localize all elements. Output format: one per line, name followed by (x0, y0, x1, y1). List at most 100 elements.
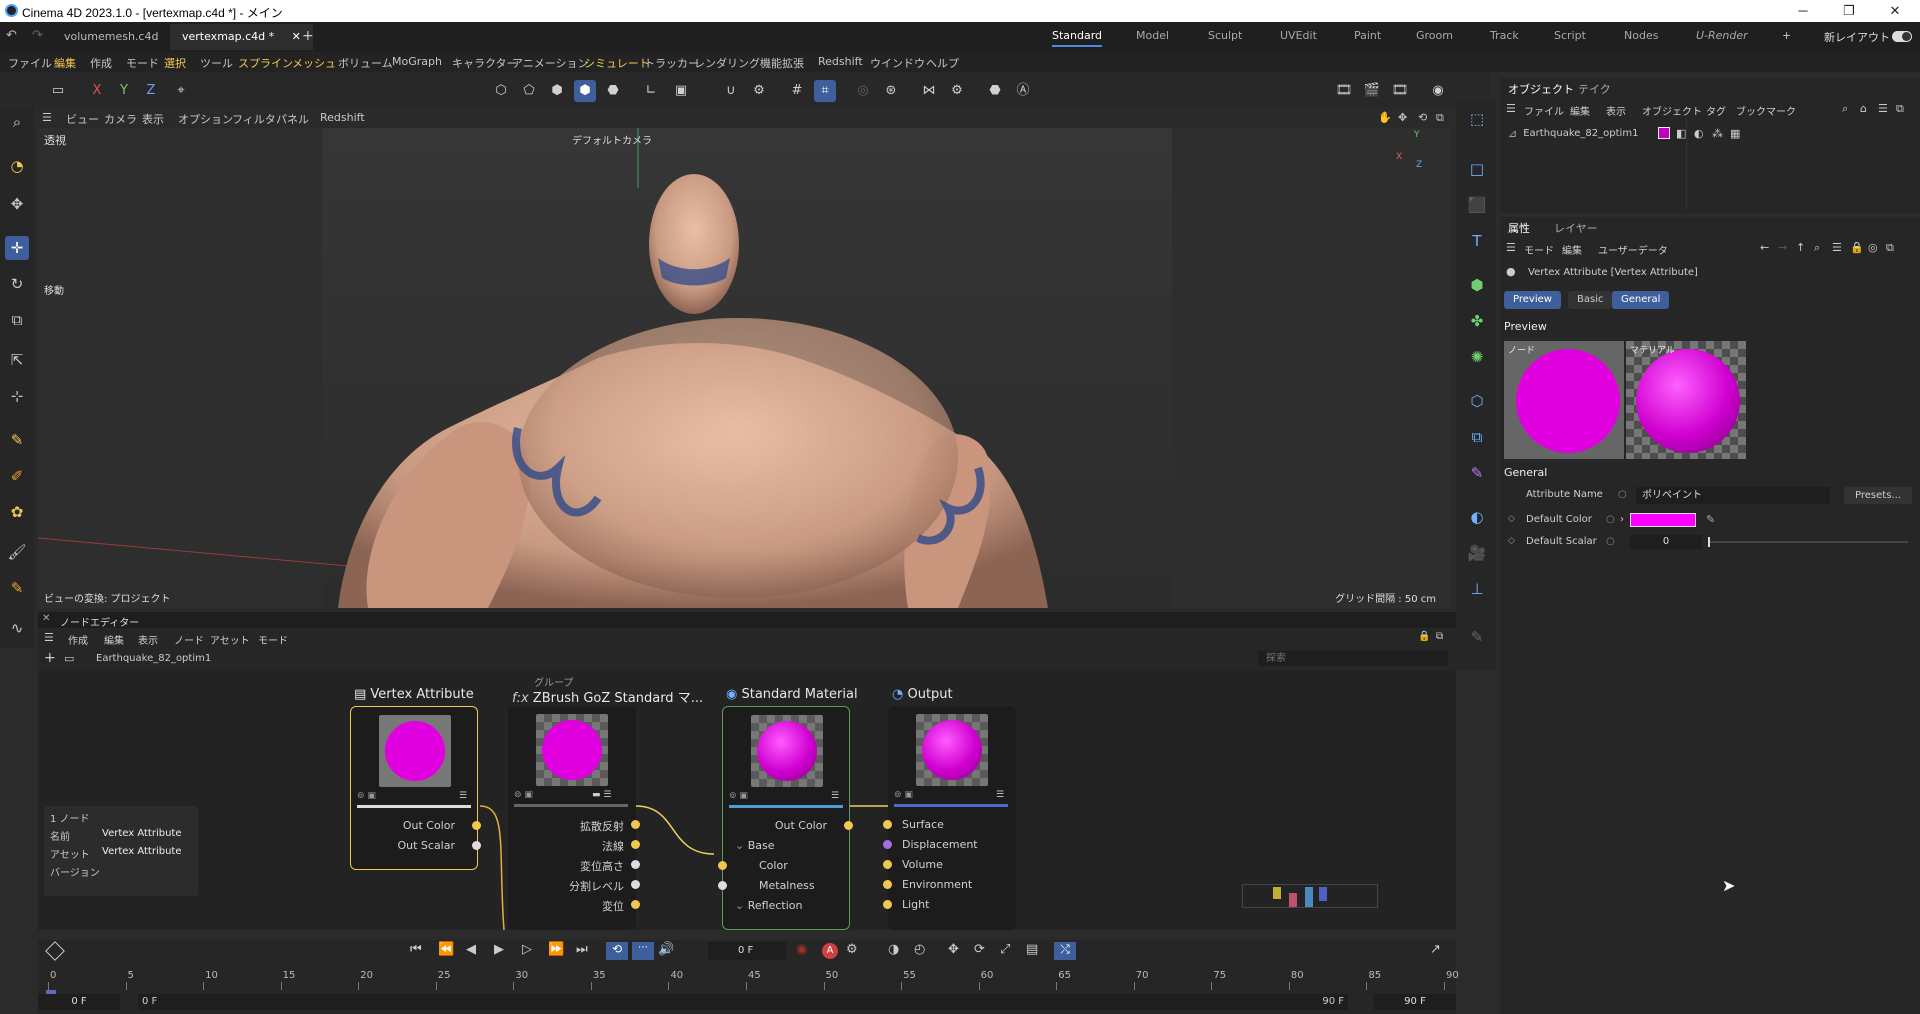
timing-icon[interactable]: ◴ (914, 942, 925, 957)
tag-icon[interactable]: ◐ (1694, 127, 1704, 140)
default-scalar-slider[interactable] (1708, 537, 1908, 547)
subtab-preview[interactable]: Preview (1504, 291, 1561, 309)
environment-icon[interactable]: ◐ (1464, 504, 1490, 530)
guide-icon[interactable]: ⬣ (984, 80, 1006, 102)
coordinate-system-icon[interactable]: ⌖ (170, 80, 192, 102)
ne-menu-edit[interactable]: 編集 (104, 632, 124, 647)
keyframe-circle-icon[interactable]: ○ (1618, 489, 1627, 500)
camera-icon[interactable]: 🎥 (1464, 540, 1490, 566)
record-icon[interactable]: ◉ (796, 942, 807, 957)
symmetry-icon[interactable]: ⋈ (918, 80, 940, 102)
view-menu-redshift[interactable]: Redshift (320, 111, 365, 124)
subtab-basic[interactable]: Basic (1568, 291, 1613, 309)
move-view-icon[interactable]: ✥ (1398, 111, 1407, 124)
prev-key-icon[interactable]: ⏪ (438, 942, 454, 957)
menu-select[interactable]: 選択 (164, 55, 186, 71)
menu-simulate[interactable]: シミュレート (584, 55, 650, 71)
workplane-icon[interactable]: ▣ (670, 80, 692, 102)
scale-tool-icon[interactable]: ⧉ (5, 308, 29, 332)
layout-toggle[interactable] (1892, 31, 1912, 42)
search-icon[interactable]: ⌕ (1814, 241, 1820, 255)
folder-icon[interactable]: ▬ ☰ (592, 790, 611, 800)
search-icon[interactable]: ⌕ (5, 110, 29, 134)
add-tab-icon[interactable]: + (302, 28, 314, 44)
menu-redshift[interactable]: Redshift (818, 55, 863, 68)
lock-icon[interactable]: 🔒 (1418, 631, 1430, 642)
object-row[interactable]: ⊿ Earthquake_82_optim1 ◧ ◐ ⁂ ▦ (1508, 124, 1888, 142)
tag-icon[interactable]: ⁂ (1712, 127, 1723, 140)
default-scalar-field[interactable]: 0 (1630, 535, 1702, 549)
layout-script[interactable]: Script (1554, 29, 1586, 42)
menu-icon[interactable]: ☰ (996, 790, 1004, 800)
close-icon[interactable]: ✕ (292, 30, 301, 43)
add-icon[interactable]: + (44, 650, 56, 666)
doc-tab-volumemesh[interactable]: volumemesh.c4d (52, 24, 170, 50)
maximize-icon[interactable]: ❐ (1826, 0, 1872, 22)
port-dot[interactable] (631, 820, 640, 829)
search-icon[interactable]: ⌕ (1842, 102, 1848, 116)
selection-tools-icon[interactable]: ✥ (5, 192, 29, 216)
menu-file[interactable]: ファイル (8, 55, 52, 71)
pan-icon[interactable]: ✋ (1378, 111, 1392, 124)
generator-icon[interactable]: ⬢ (1464, 272, 1490, 298)
go-to-start-icon[interactable]: ⏮ (410, 942, 422, 957)
filter-icon[interactable]: ☰ (1878, 102, 1888, 115)
render-viewer-icon[interactable]: 🎬 (1361, 80, 1383, 102)
pla-key-icon[interactable]: ⤭ (1054, 942, 1076, 960)
go-to-end-icon[interactable]: ⏭ (576, 942, 588, 957)
menu-icon[interactable]: ☰ (459, 791, 467, 801)
target-icon[interactable]: ◎ (1868, 241, 1878, 254)
transform-tool-icon[interactable]: ⇱ (5, 348, 29, 372)
magnet-icon[interactable]: ∪ (720, 80, 742, 102)
autokey-icon[interactable]: A (822, 943, 838, 959)
port-dot[interactable] (883, 820, 892, 829)
camera-label[interactable]: デフォルトカメラ (572, 132, 652, 147)
menu-render[interactable]: レンダリング (694, 55, 760, 71)
presets-button[interactable]: Presets... (1844, 487, 1912, 504)
port-dot[interactable] (718, 861, 727, 870)
om-menu-file[interactable]: ファイル (1524, 103, 1564, 118)
om-menu-object[interactable]: オブジェクト (1642, 103, 1702, 118)
tab-layers[interactable]: レイヤー (1554, 220, 1598, 236)
render-view-icon[interactable]: 🎞 (1333, 80, 1355, 102)
eyedropper-icon[interactable]: ✎ (1706, 513, 1715, 526)
tab-attributes[interactable]: 属性 (1508, 220, 1530, 236)
sculpt-icon[interactable]: ∿ (5, 616, 29, 640)
node-canvas[interactable]: グループ ▤ Vertex Attribute ⊚ ▣ ☰ Out Color … (38, 670, 1456, 930)
menu-volume[interactable]: ボリューム (338, 55, 393, 71)
move-tool-icon[interactable]: ✛ (5, 236, 29, 260)
layout-sculpt[interactable]: Sculpt (1208, 29, 1242, 42)
menu-help[interactable]: ヘルプ (926, 55, 959, 71)
port-group-base[interactable]: ⌄ Base (735, 839, 775, 852)
texture-mode-icon[interactable]: ⬣ (602, 80, 624, 102)
standard-material-node[interactable]: ⊚ ▣ ☰ Out Color ⌄ Base Color Metalness ⌄… (718, 706, 853, 930)
menu-mograph[interactable]: MoGraph (392, 55, 442, 68)
filter-icon[interactable]: ☰ (1832, 241, 1842, 254)
material-tag-icon[interactable] (1658, 127, 1670, 139)
menu-edit[interactable]: 編集 (54, 55, 76, 71)
ne-menu-node[interactable]: ノード (174, 632, 204, 647)
new-window-icon[interactable]: ⧉ (1886, 241, 1894, 255)
undo-icon[interactable]: ↶ (6, 28, 17, 43)
ne-menu-view[interactable]: 表示 (138, 632, 158, 647)
annotation-icon[interactable]: Ⓐ (1012, 80, 1034, 102)
layout-urender[interactable]: U-Render (1696, 29, 1748, 42)
keyframe-diamond-icon[interactable]: ◇ (1508, 514, 1515, 524)
viewport-menu-icon[interactable]: ▭ (47, 80, 69, 102)
breadcrumb[interactable]: Earthquake_82_optim1 (96, 653, 211, 664)
rotate-view-icon[interactable]: ⟲ (1418, 111, 1427, 124)
position-key-icon[interactable]: ✥ (948, 942, 959, 957)
lock-x-button[interactable]: X (86, 80, 108, 102)
brush-icon[interactable]: 🖌 (5, 540, 29, 564)
paint-icon[interactable]: ✎ (5, 576, 29, 600)
hamburger-icon[interactable]: ☰ (42, 111, 52, 124)
layout-nodes[interactable]: Nodes (1624, 29, 1658, 42)
points-mode-icon[interactable]: ⬡ (490, 80, 512, 102)
spline-icon[interactable]: ✎ (1464, 460, 1490, 486)
timeline-window-icon[interactable]: ↗ (1430, 942, 1441, 957)
attribute-name-field[interactable]: ポリペイント (1636, 487, 1830, 504)
next-frame-icon[interactable]: ▷ (522, 942, 532, 957)
layout-track[interactable]: Track (1490, 29, 1519, 42)
lock-y-button[interactable]: Y (113, 80, 135, 102)
light-icon[interactable]: ⊥ (1464, 576, 1490, 602)
